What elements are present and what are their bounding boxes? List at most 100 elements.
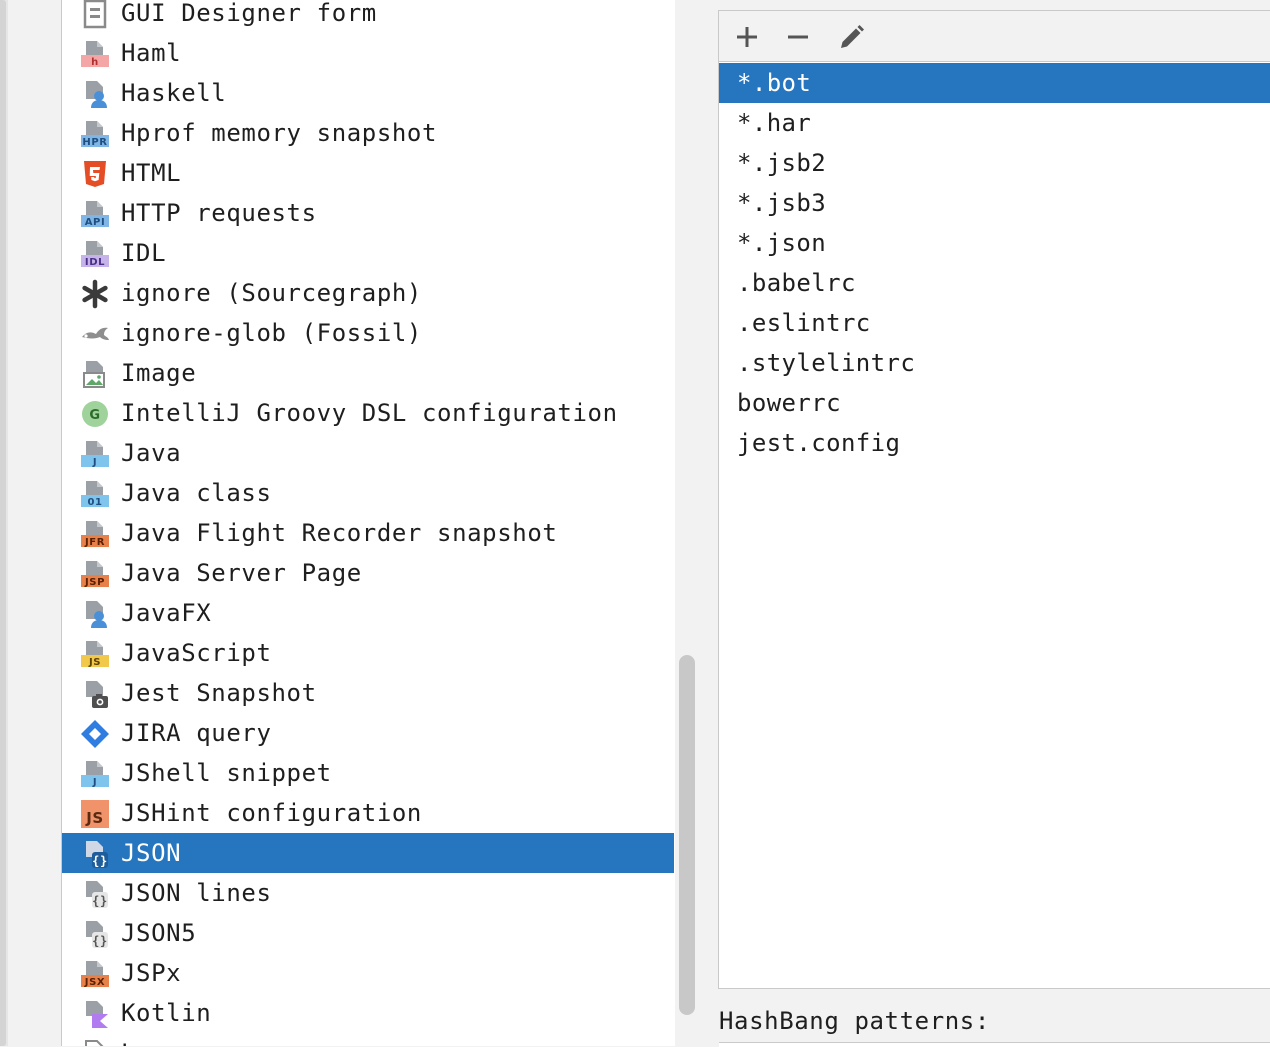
pattern-item[interactable]: bowerrc: [719, 383, 1270, 423]
generic-file-icon: [85, 1040, 104, 1046]
svg-text:01: 01: [87, 497, 102, 508]
file-type-item[interactable]: GUI Designer form: [62, 0, 674, 33]
file-type-item[interactable]: JavaFX: [62, 593, 674, 633]
file-type-item[interactable]: HTML: [62, 153, 674, 193]
file-type-item[interactable]: L: [62, 1033, 674, 1046]
svg-text:JS: JS: [85, 809, 104, 827]
pattern-item[interactable]: *.har: [719, 103, 1270, 143]
pattern-label: .stylelintrc: [737, 349, 916, 377]
jshint-icon: JS: [81, 800, 109, 828]
file-type-item[interactable]: 01 Java class: [62, 473, 674, 513]
file-types-list-inner: GUI Designer form h Haml Haskell HPR Hprof …: [62, 0, 674, 1046]
add-pattern-button[interactable]: [731, 21, 763, 53]
svg-text:HPR: HPR: [82, 137, 107, 148]
svg-text:{}: {}: [92, 934, 108, 948]
file-type-item[interactable]: JSX JSPx: [62, 953, 674, 993]
pattern-item[interactable]: *.json: [719, 223, 1270, 263]
pattern-label: *.json: [737, 229, 827, 257]
file-type-label: JavaScript: [121, 639, 272, 667]
file-type-item[interactable]: {} JSON5: [62, 913, 674, 953]
svg-text:JFR: JFR: [84, 537, 105, 548]
file-type-item[interactable]: ignore (Sourcegraph): [62, 273, 674, 313]
svg-text:JS: JS: [88, 657, 101, 668]
pattern-item[interactable]: jest.config: [719, 423, 1270, 463]
file-type-label: GUI Designer form: [121, 0, 377, 27]
plus-icon: [737, 27, 757, 47]
pattern-label: *.jsb2: [737, 149, 827, 177]
file-type-label: Kotlin: [121, 999, 212, 1027]
edit-pattern-button[interactable]: [835, 21, 867, 53]
file-type-item[interactable]: {} JSON: [62, 833, 674, 873]
file-type-item[interactable]: Kotlin: [62, 993, 674, 1033]
pattern-item[interactable]: .babelrc: [719, 263, 1270, 303]
java-file-icon: J: [81, 441, 109, 468]
json-file-icon: {}: [86, 841, 108, 868]
file-type-label: Hprof memory snapshot: [121, 119, 438, 147]
svg-text:h: h: [91, 57, 99, 68]
kotlin-file-icon: [86, 1001, 108, 1028]
file-type-label: Java Server Page: [121, 559, 362, 587]
file-type-item[interactable]: Image: [62, 353, 674, 393]
file-type-item[interactable]: JIRA query: [62, 713, 674, 753]
file-type-item[interactable]: JS JavaScript: [62, 633, 674, 673]
file-type-label: Image: [121, 359, 197, 387]
file-type-item[interactable]: J JShell snippet: [62, 753, 674, 793]
groovy-circle-icon: G: [82, 401, 108, 427]
pattern-item[interactable]: .eslintrc: [719, 303, 1270, 343]
file-type-label: JSON5: [121, 919, 197, 947]
pattern-label: .babelrc: [737, 269, 856, 297]
pattern-label: *.har: [737, 109, 812, 137]
file-type-label: JIRA query: [121, 719, 272, 747]
svg-text:G: G: [89, 408, 100, 423]
file-type-item[interactable]: h Haml: [62, 33, 674, 73]
file-type-item[interactable]: API HTTP requests: [62, 193, 674, 233]
java-class-icon: 01: [81, 481, 109, 508]
file-type-item[interactable]: Haskell: [62, 73, 674, 113]
file-types-scrollbar-thumb[interactable]: [679, 655, 695, 1015]
pattern-item[interactable]: .stylelintrc: [719, 343, 1270, 383]
svg-text:{}: {}: [92, 894, 108, 908]
jfr-file-icon: JFR: [81, 521, 109, 548]
file-type-item[interactable]: J Java: [62, 433, 674, 473]
patterns-toolbar: [719, 11, 1270, 62]
file-type-label: Java Flight Recorder snapshot: [121, 519, 558, 547]
file-type-label: Java class: [121, 479, 272, 507]
svg-text:JSX: JSX: [84, 977, 105, 988]
file-type-item[interactable]: HPR Hprof memory snapshot: [62, 113, 674, 153]
remove-pattern-button[interactable]: [782, 21, 814, 53]
idl-file-icon: IDL: [81, 241, 109, 268]
file-type-item[interactable]: JFR Java Flight Recorder snapshot: [62, 513, 674, 553]
file-type-label: IDL: [121, 239, 167, 267]
svg-text:API: API: [85, 217, 106, 228]
pattern-label: jest.config: [737, 429, 901, 457]
pattern-item[interactable]: *.jsb3: [719, 183, 1270, 223]
file-type-item[interactable]: JS JSHint configuration: [62, 793, 674, 833]
javafx-icon: [86, 601, 107, 628]
patterns-list[interactable]: *.bot *.har *.jsb2 *.jsb3 *.json .babelrc .esl…: [719, 63, 1270, 463]
jest-snapshot-icon: [86, 681, 108, 708]
pattern-item[interactable]: *.jsb2: [719, 143, 1270, 183]
image-file-icon: [83, 361, 105, 388]
file-types-list[interactable]: GUI Designer form h Haml Haskell HPR Hprof …: [61, 0, 677, 1046]
file-type-item[interactable]: G IntelliJ Groovy DSL configuration: [62, 393, 674, 433]
file-type-label: Haskell: [121, 79, 227, 107]
file-type-label: JSON: [121, 839, 182, 867]
file-type-item[interactable]: Jest Snapshot: [62, 673, 674, 713]
pattern-label: *.jsb3: [737, 189, 827, 217]
json-file-icon: {}: [86, 921, 108, 948]
file-type-label: Java: [121, 439, 182, 467]
file-type-item[interactable]: {} JSON lines: [62, 873, 674, 913]
file-type-item[interactable]: ignore-glob (Fossil): [62, 313, 674, 353]
jsx-file-icon: JSX: [81, 961, 109, 988]
pattern-label: *.bot: [737, 69, 812, 97]
file-type-item[interactable]: IDL IDL: [62, 233, 674, 273]
jira-diamond-icon: [81, 720, 109, 748]
pattern-item[interactable]: *.bot: [719, 63, 1270, 103]
file-type-label: L: [121, 1038, 136, 1046]
file-type-item[interactable]: JSP Java Server Page: [62, 553, 674, 593]
hashbang-patterns-list[interactable]: [719, 1042, 1270, 1047]
html5-icon: [84, 161, 106, 187]
left-gutter: [0, 0, 8, 1046]
svg-text:J: J: [92, 457, 97, 468]
minus-icon: [788, 35, 808, 39]
